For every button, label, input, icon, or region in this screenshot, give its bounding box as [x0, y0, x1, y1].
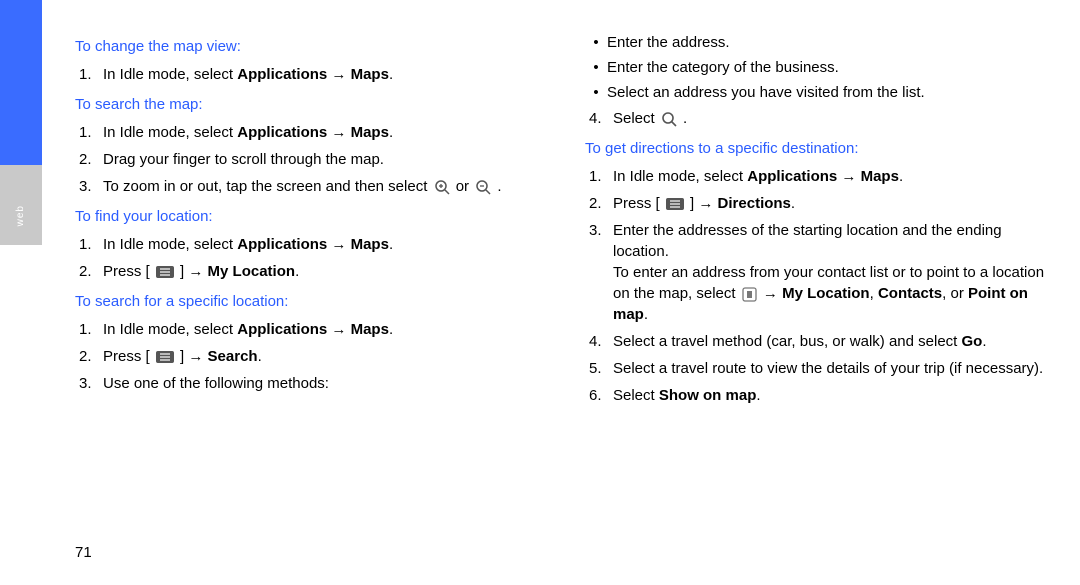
margin-blue — [0, 0, 42, 165]
list: 1. In Idle mode, select Applications → M… — [75, 119, 540, 200]
side-tab-label: web — [14, 205, 28, 226]
heading-get-directions: To get directions to a specific destinat… — [585, 138, 1050, 159]
step-text: Press [ ] → Search. — [103, 346, 540, 367]
page-content: To change the map view: 1. In Idle mode,… — [75, 30, 1050, 555]
step-text: In Idle mode, select Applications → Maps… — [103, 64, 540, 85]
list-item: 1. In Idle mode, select Applications → M… — [75, 316, 540, 343]
list-item: 5. Select a travel route to view the det… — [585, 355, 1050, 382]
step-number: 2. — [75, 346, 103, 367]
step-number: 5. — [585, 358, 613, 379]
step-text: Enter the addresses of the starting loca… — [613, 220, 1050, 325]
menu-key-icon — [156, 351, 174, 363]
list-item: Enter the address. — [585, 30, 1050, 55]
heading-change-map-view: To change the map view: — [75, 36, 540, 57]
step-number: 1. — [75, 122, 103, 143]
heading-search-specific: To search for a specific location: — [75, 291, 540, 312]
step-number: 3. — [75, 373, 103, 394]
step-text: Select a travel method (car, bus, or wal… — [613, 331, 1050, 352]
step-text: Select Show on map. — [613, 385, 1050, 406]
step-text: Drag your finger to scroll through the m… — [103, 149, 540, 170]
step-number: 1. — [585, 166, 613, 187]
list-item: 4. Select a travel method (car, bus, or … — [585, 328, 1050, 355]
list-item: 2. Press [ ] → Search. — [75, 343, 540, 370]
list: 1. In Idle mode, select Applications → M… — [585, 163, 1050, 409]
step-number: 2. — [585, 193, 613, 214]
page-number: 71 — [75, 542, 92, 563]
zoom-out-icon — [475, 179, 491, 195]
step-number: 4. — [585, 331, 613, 352]
step-text: Press [ ] → My Location. — [103, 261, 540, 282]
step-text: Press [ ] → Directions. — [613, 193, 1050, 214]
step-number: 1. — [75, 319, 103, 340]
step-text: In Idle mode, select Applications → Maps… — [103, 122, 540, 143]
list-item: 3. To zoom in or out, tap the screen and… — [75, 173, 540, 200]
list-item: Select an address you have visited from … — [585, 80, 1050, 105]
step-number: 3. — [75, 176, 103, 197]
address-source-icon — [742, 287, 757, 302]
step-text: In Idle mode, select Applications → Maps… — [613, 166, 1050, 187]
list-item: 3. Enter the addresses of the starting l… — [585, 217, 1050, 328]
step-number: 1. — [75, 234, 103, 255]
list-item: Enter the category of the business. — [585, 55, 1050, 80]
step-text: In Idle mode, select Applications → Maps… — [103, 234, 540, 255]
step-text: Select a travel route to view the detail… — [613, 358, 1050, 379]
list-item: 1. In Idle mode, select Applications → M… — [585, 163, 1050, 190]
menu-key-icon — [666, 198, 684, 210]
step-text: To zoom in or out, tap the screen and th… — [103, 176, 540, 197]
heading-find-location: To find your location: — [75, 206, 540, 227]
list-item: 1. In Idle mode, select Applications → M… — [75, 119, 540, 146]
step-number: 6. — [585, 385, 613, 406]
menu-key-icon — [156, 266, 174, 278]
list-item: 4. Select . — [585, 105, 1050, 132]
step-text: In Idle mode, select Applications → Maps… — [103, 319, 540, 340]
step-number: 2. — [75, 149, 103, 170]
list-item: 3. Use one of the following methods: — [75, 370, 540, 397]
list-item: 6. Select Show on map. — [585, 382, 1050, 409]
list: 1. In Idle mode, select Applications → M… — [75, 61, 540, 88]
list-item: 1. In Idle mode, select Applications → M… — [75, 231, 540, 258]
zoom-in-icon — [434, 179, 450, 195]
heading-search-map: To search the map: — [75, 94, 540, 115]
list-item: 1. In Idle mode, select Applications → M… — [75, 61, 540, 88]
step-text: Use one of the following methods: — [103, 373, 540, 394]
list: 1. In Idle mode, select Applications → M… — [75, 231, 540, 285]
step-number: 3. — [585, 220, 613, 325]
step-number: 4. — [585, 108, 613, 129]
search-icon — [661, 111, 677, 127]
list: 1. In Idle mode, select Applications → M… — [75, 316, 540, 397]
list-item: 2. Drag your finger to scroll through th… — [75, 146, 540, 173]
step-number: 2. — [75, 261, 103, 282]
list-item: 2. Press [ ] → Directions. — [585, 190, 1050, 217]
step-text: Select . — [613, 108, 1050, 129]
list: 4. Select . — [585, 105, 1050, 132]
bullet-list: Enter the address. Enter the category of… — [585, 30, 1050, 105]
step-number: 1. — [75, 64, 103, 85]
list-item: 2. Press [ ] → My Location. — [75, 258, 540, 285]
